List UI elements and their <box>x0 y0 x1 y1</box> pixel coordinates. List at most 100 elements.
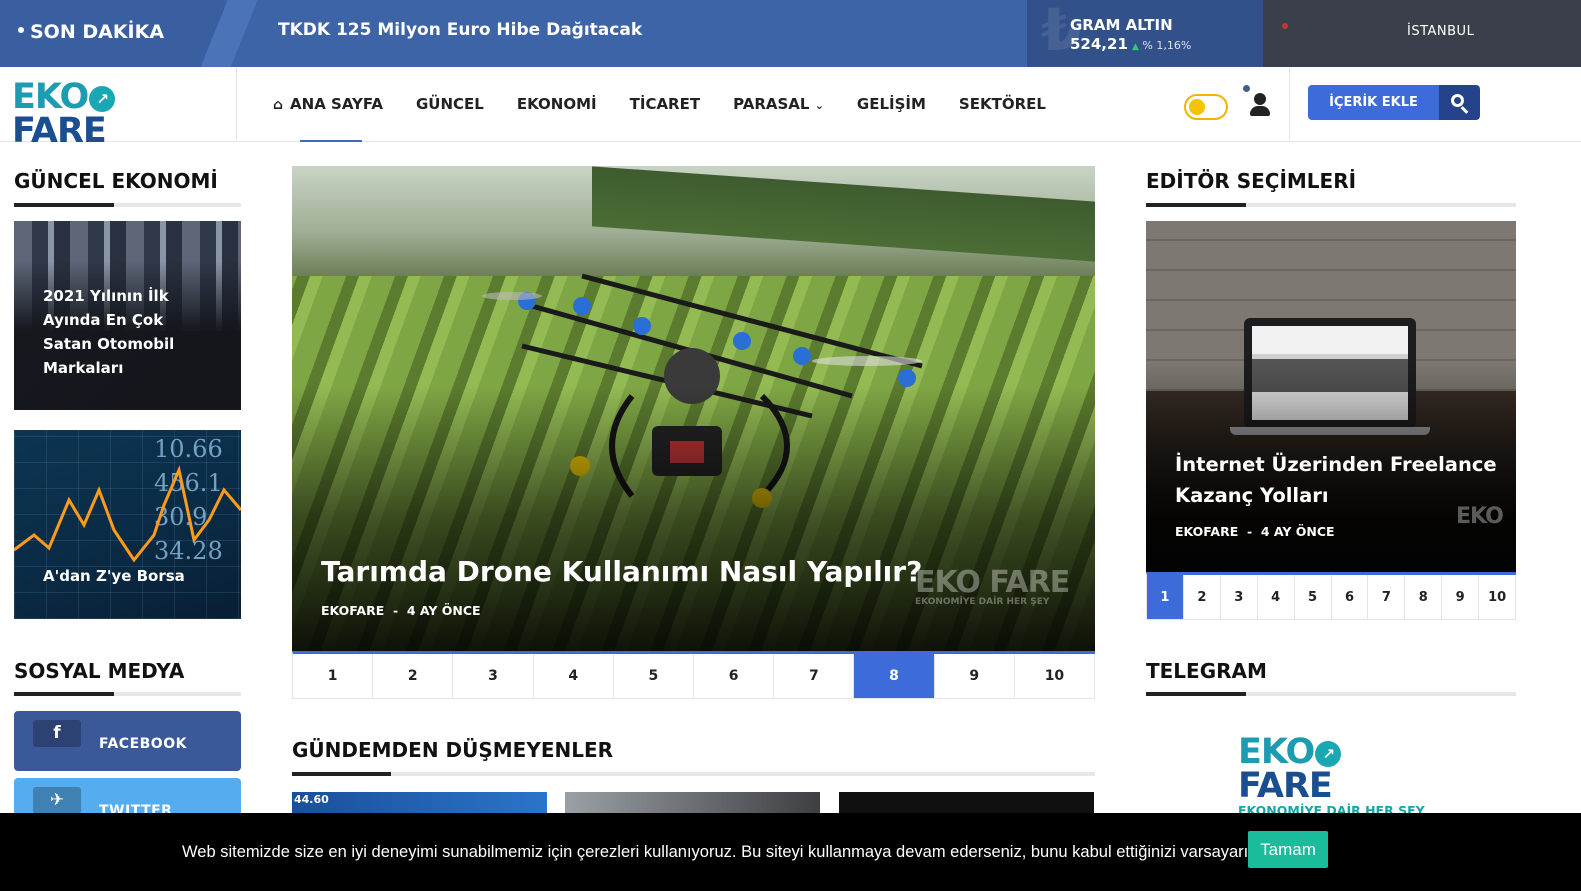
page-button[interactable]: 10 <box>1479 575 1517 620</box>
weather-widget: İSTANBUL <box>1263 0 1581 67</box>
title-underline <box>1146 203 1516 207</box>
nav-parasal-label: PARASAL <box>733 95 810 113</box>
title-underline <box>14 203 241 207</box>
facebook-icon: f <box>33 720 81 747</box>
user-head <box>1254 93 1266 105</box>
page-button[interactable]: 7 <box>774 654 855 699</box>
title-underline <box>292 772 1095 776</box>
nav-parasal[interactable]: PARASAL ⌄ <box>733 95 824 113</box>
gold-value: 524,21 <box>1070 35 1128 53</box>
arrow-up-icon: ▲ <box>1132 42 1139 52</box>
facebook-label: FACEBOOK <box>99 736 187 752</box>
nav-gelisim[interactable]: GELİŞİM <box>857 95 926 113</box>
page-button[interactable]: 4 <box>533 654 614 699</box>
featured-slider[interactable]: EKO FARE EKONOMİYE DAİR HER ŞEY Tarımda D… <box>292 166 1095 654</box>
page-button[interactable]: 9 <box>1442 575 1480 620</box>
chart-up-icon: ↗ <box>89 86 116 112</box>
slider-author: EKOFARE <box>321 603 385 618</box>
stock-chart-graphic <box>14 465 241 563</box>
logo-area: EKO↗FARE EKONOMİYE DAİR HER ŞEY <box>0 67 237 161</box>
chart-up-icon: ↗ <box>1315 741 1342 767</box>
breaking-label-text: SON DAKİKA <box>30 21 165 43</box>
slider-time: 4 AY ÖNCE <box>406 603 481 618</box>
nav-guncel[interactable]: GÜNCEL <box>416 95 484 113</box>
page-button[interactable]: 3 <box>1220 575 1258 620</box>
page-button[interactable]: 10 <box>1014 654 1096 699</box>
chevron-down-icon: ⌄ <box>814 99 824 112</box>
nav-home-label: ANA SAYFA <box>290 95 383 113</box>
editor-pick-time: 4 AY ÖNCE <box>1260 524 1335 539</box>
page-button-active[interactable]: 8 <box>854 654 935 699</box>
logo-wordmark: EKO ↗FARE <box>12 80 190 149</box>
title-underline <box>1146 692 1516 696</box>
header-divider <box>1289 67 1290 142</box>
search-icon-handle <box>1460 106 1469 114</box>
telegram-logo[interactable]: EKO ↗FARE EKONOMİYE DAİR HER ŞEY <box>1238 735 1428 819</box>
weather-city: İSTANBUL <box>1407 24 1475 39</box>
site-header: EKO↗FARE EKONOMİYE DAİR HER ŞEY ⌂ ANA SAY… <box>0 67 1581 161</box>
home-icon: ⌂ <box>273 97 284 113</box>
add-content-button[interactable]: İÇERİK EKLE <box>1308 85 1439 120</box>
user-body <box>1250 106 1270 116</box>
social-media-title: SOSYAL MEDYA <box>14 659 185 683</box>
page-button[interactable]: 5 <box>1294 575 1332 620</box>
cookie-accept-button[interactable]: Tamam <box>1248 831 1328 868</box>
facebook-button[interactable]: f FACEBOOK <box>14 711 241 771</box>
twitter-icon: ✈ <box>33 787 81 814</box>
editor-pick-author: EKOFARE <box>1175 524 1239 539</box>
news-card-title: 2021 Yılının İlk Ayında En Çok Satan Oto… <box>43 287 175 377</box>
news-card-title: A'dan Z'ye Borsa <box>43 567 185 585</box>
watermark-logo: EKO FARE EKONOMİYE DAİR HER ŞEY <box>915 565 1070 608</box>
breaking-news-bar: SON DAKİKA TKDK 125 Milyon Euro Hibe Dağ… <box>0 0 1581 67</box>
page-button[interactable]: 5 <box>613 654 695 699</box>
editor-pick-card[interactable]: EKO İnternet Üzerinden Freelance Kazanç … <box>1146 221 1516 573</box>
current-economy-title: GÜNCEL EKONOMİ <box>14 169 218 193</box>
title-underline <box>14 692 241 696</box>
page-button[interactable]: 2 <box>373 654 454 699</box>
nav-home[interactable]: ⌂ ANA SAYFA <box>273 95 383 113</box>
logo-wordmark: EKO ↗FARE <box>1238 735 1428 806</box>
page-button[interactable]: 1 <box>293 654 374 699</box>
notification-dot <box>1243 85 1250 92</box>
toggle-knob <box>1189 99 1205 115</box>
trending-section-title: GÜNDEMDEN DÜŞMEYENLER <box>292 738 614 762</box>
page-button[interactable]: 9 <box>934 654 1015 699</box>
cookie-banner: Web sitemizde size en iyi deneyimi sunab… <box>0 813 1581 891</box>
page-button[interactable]: 8 <box>1405 575 1443 620</box>
slider-title: Tarımda Drone Kullanımı Nasıl Yapılır? <box>321 555 923 588</box>
breaking-label: SON DAKİKA <box>0 0 225 67</box>
editor-picks-title: EDİTÖR SEÇİMLERİ <box>1146 169 1357 193</box>
page-button[interactable]: 2 <box>1183 575 1221 620</box>
gold-change-text: % 1,16% <box>1142 39 1192 52</box>
editor-pick-meta: EKOFARE - 4 AY ÖNCE <box>1175 524 1335 539</box>
nav-ticaret[interactable]: TİCARET <box>630 95 700 113</box>
search-button[interactable] <box>1439 85 1480 120</box>
nav-sektorel[interactable]: SEKTÖREL <box>959 95 1046 113</box>
weather-icon <box>1282 23 1288 29</box>
page-button[interactable]: 6 <box>694 654 775 699</box>
user-icon[interactable] <box>1250 93 1270 119</box>
gold-price-widget: ₺ GRAM ALTIN 524,21 ▲ % 1,16% <box>1027 0 1263 67</box>
page-button[interactable]: 6 <box>1331 575 1369 620</box>
news-card[interactable]: 10.66 456.1 30.9 34.28 A'dan Z'ye Borsa <box>14 430 241 619</box>
logo-part2: FARE <box>1238 766 1333 806</box>
thumbnail-text: 44.60 <box>294 793 329 806</box>
gold-label: GRAM ALTIN <box>1070 16 1173 34</box>
gold-change: ▲ % 1,16% <box>1132 39 1191 52</box>
breaking-headline-link[interactable]: TKDK 125 Milyon Euro Hibe Dağıtacak <box>278 20 642 40</box>
page-button-active[interactable]: 1 <box>1147 575 1184 620</box>
news-card[interactable]: 2021 Yılının İlk Ayında En Çok Satan Oto… <box>14 221 241 410</box>
nav-ekonomi[interactable]: EKONOMİ <box>517 95 597 113</box>
editor-pagination: 1 2 3 4 5 6 7 8 9 10 <box>1146 572 1517 620</box>
page-button[interactable]: 4 <box>1257 575 1295 620</box>
slider-meta: EKOFARE - 4 AY ÖNCE <box>321 603 481 618</box>
editor-pick-title: İnternet Üzerinden Freelance Kazanç Yoll… <box>1175 453 1497 507</box>
dot-icon <box>18 27 24 33</box>
telegram-title: TELEGRAM <box>1146 659 1267 683</box>
cookie-text: Web sitemizde size en iyi deneyimi sunab… <box>182 843 1262 861</box>
dark-mode-toggle[interactable] <box>1184 94 1228 120</box>
slider-pagination: 1 2 3 4 5 6 7 8 9 10 <box>292 651 1096 699</box>
page-button[interactable]: 7 <box>1368 575 1406 620</box>
main-nav: ⌂ ANA SAYFA GÜNCEL EKONOMİ TİCARET PARASA… <box>273 95 1079 113</box>
page-button[interactable]: 3 <box>453 654 534 699</box>
